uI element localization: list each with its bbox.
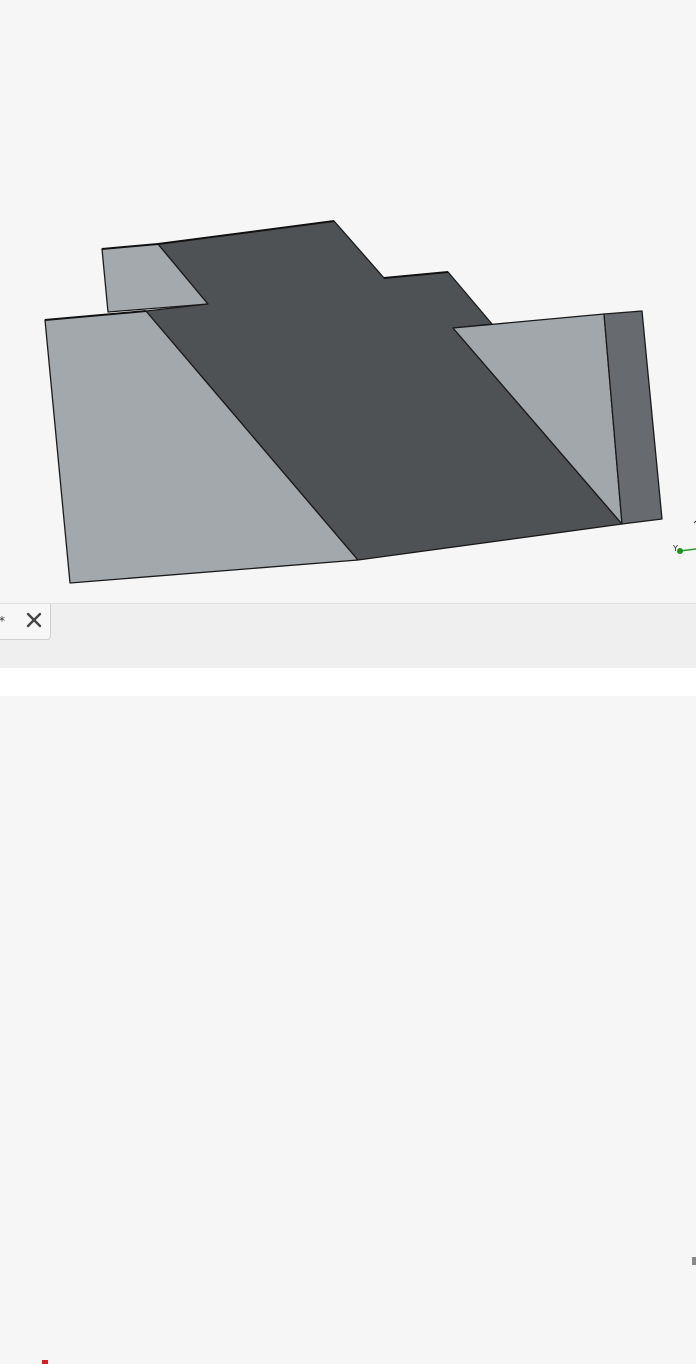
3d-viewport[interactable]: Y xyxy=(0,0,696,603)
document-tab-bar: * xyxy=(0,603,696,1265)
triad-origin xyxy=(677,548,683,554)
y-axis-label: Y xyxy=(672,544,678,553)
model-canvas[interactable]: Y xyxy=(0,0,696,603)
document-tab-label: * xyxy=(0,614,5,628)
resize-grip[interactable] xyxy=(692,1257,696,1265)
close-icon[interactable] xyxy=(25,611,43,629)
status-indicator xyxy=(42,1360,48,1364)
document-tab[interactable]: * xyxy=(0,604,51,640)
bottom-panel xyxy=(0,668,696,1364)
axis-triad: Y xyxy=(672,520,696,554)
